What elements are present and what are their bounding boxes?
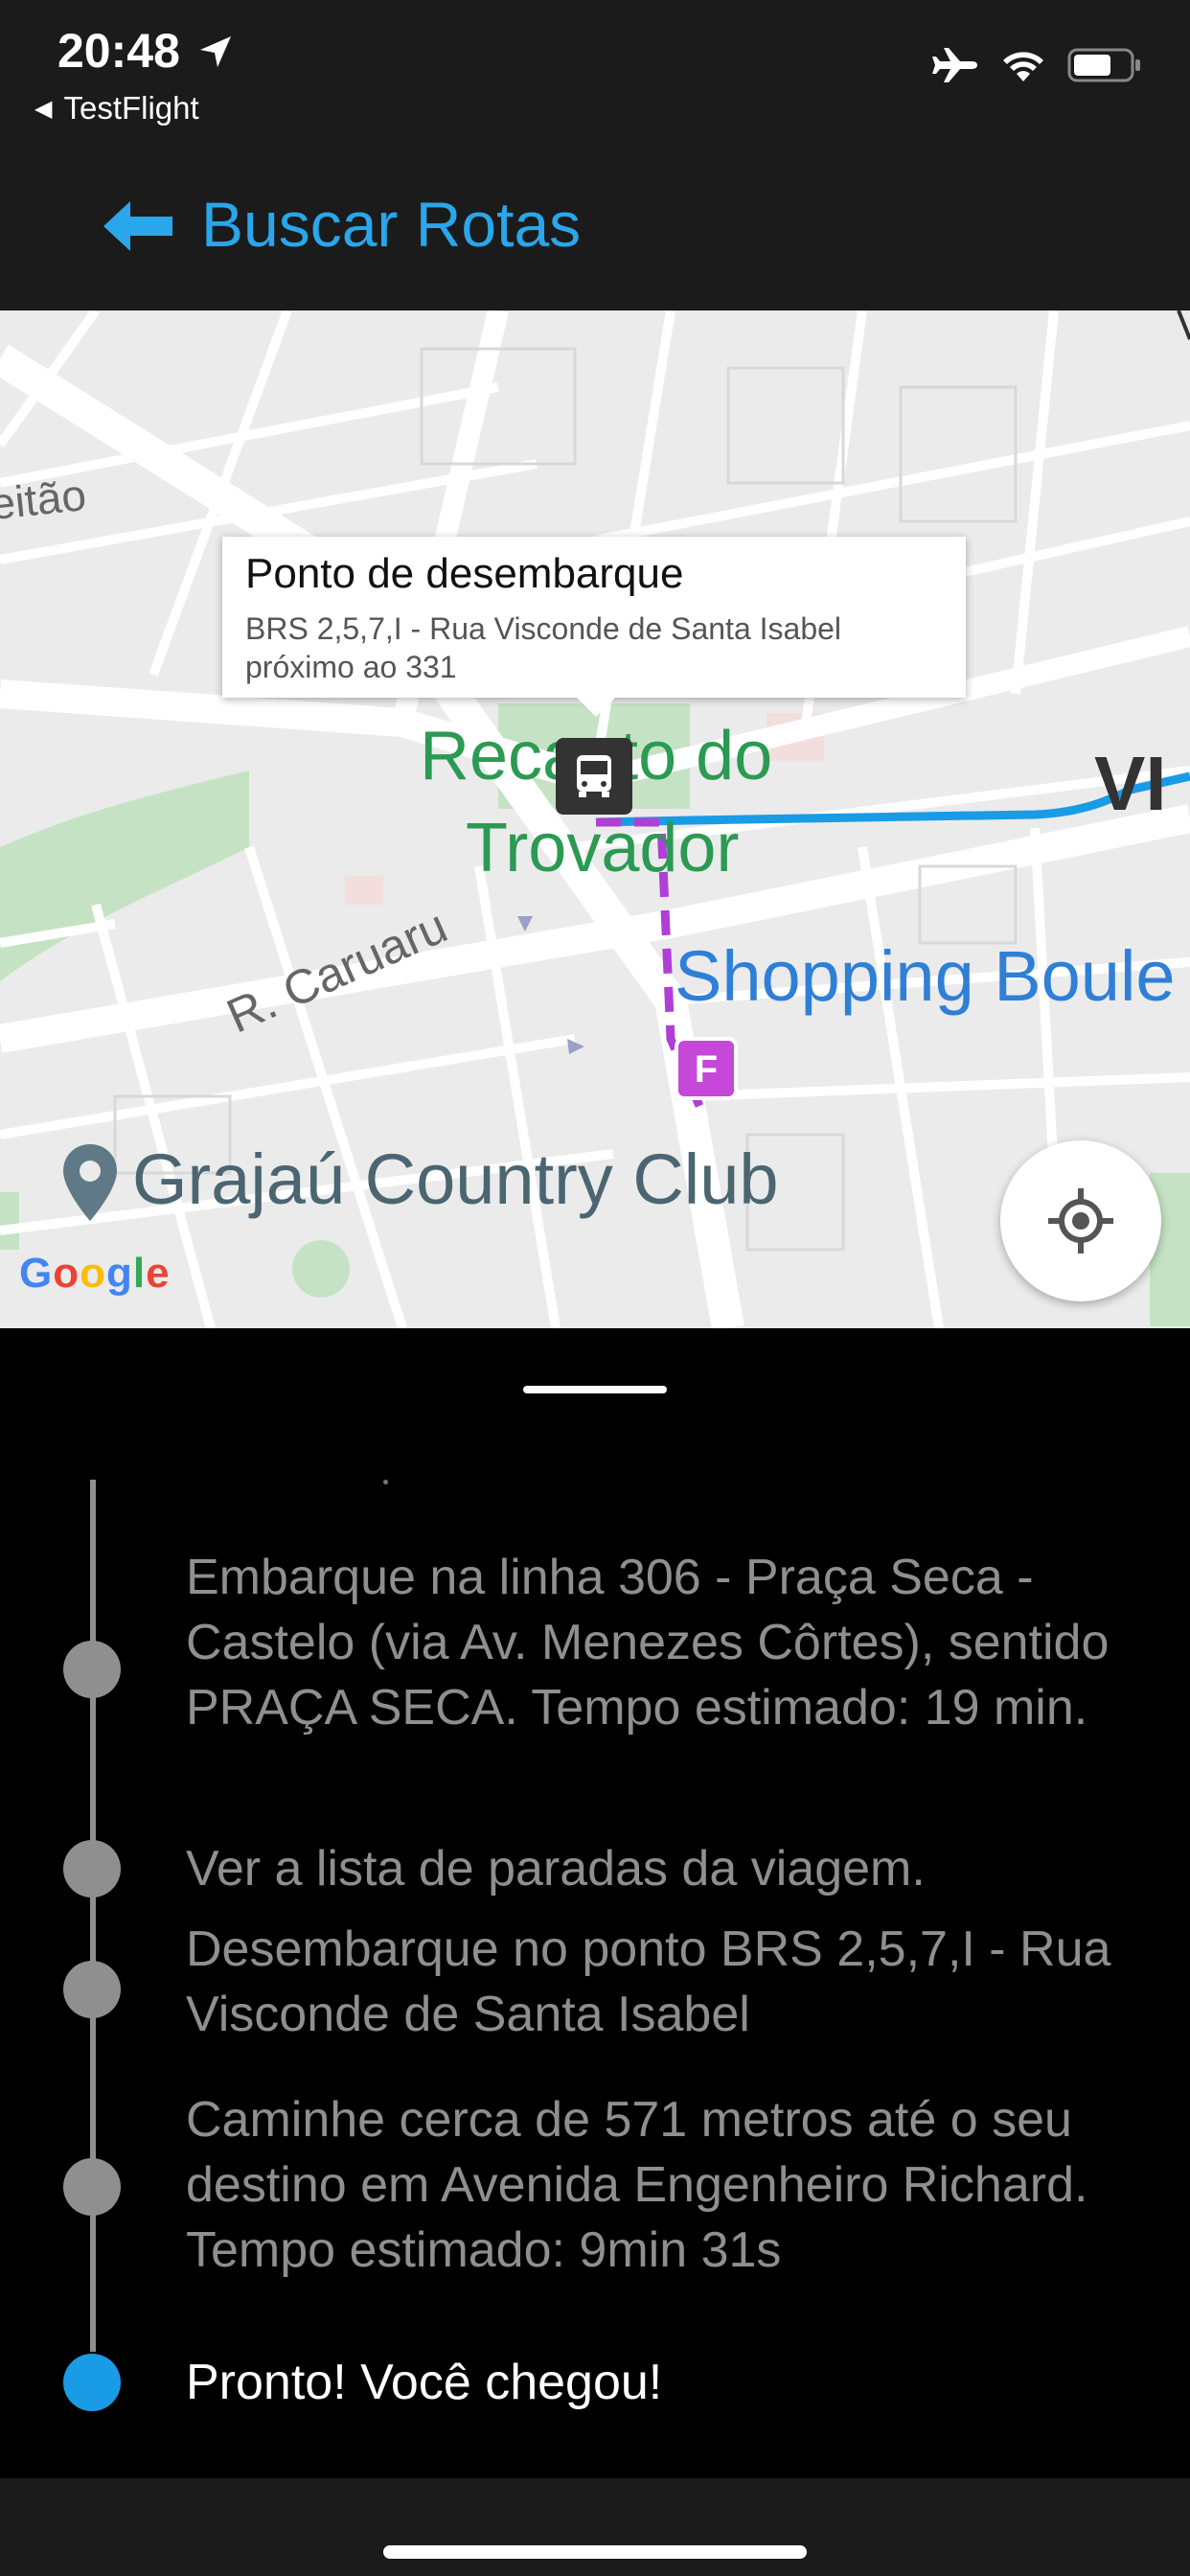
place-pin-icon [63, 1144, 117, 1221]
location-arrow-icon [200, 36, 231, 67]
status-time: 20:48 [57, 24, 180, 78]
route-steps-sheet[interactable]: Embarque na linha 306 - Praça Seca - Cas… [0, 1328, 1190, 2478]
google-logo: Google [19, 1250, 171, 1297]
status-bar: 20:48 ◀ TestFlight [0, 0, 1190, 144]
callout-subtitle: BRS 2,5,7,I - Rua Visconde de Santa Isab… [245, 611, 842, 684]
battery-icon [1067, 48, 1140, 82]
finish-marker[interactable]: F [675, 1037, 738, 1100]
scroll-fragment [383, 1480, 388, 1484]
finish-marker-label: F [694, 1048, 719, 1091]
arrow-left-icon[interactable] [102, 197, 174, 255]
step-item-4: Caminhe cerca de 571 metros até o seu de… [186, 2092, 1088, 2278]
bus-stop-marker[interactable] [556, 738, 632, 815]
home-indicator-area [0, 2478, 1190, 2576]
step-item-final: Pronto! Você chegou! [186, 2355, 663, 2410]
step-dot-final [63, 2354, 121, 2411]
map-label-edge: VI [1094, 741, 1167, 826]
back-triangle-icon: ◀ [34, 96, 53, 122]
step-dot-2 [63, 1840, 121, 1898]
map-label-shopping: Shopping Boule [675, 936, 1176, 1016]
status-icons [931, 46, 1142, 84]
map-label-trovador: Trovador [466, 810, 740, 886]
back-to-app-link[interactable]: ◀ TestFlight [34, 90, 199, 126]
step-dot-3 [63, 1961, 121, 2018]
crosshair-icon [1048, 1188, 1113, 1254]
page-title: Buscar Rotas [201, 189, 582, 260]
route-map[interactable]: eitão Recanto do Trovador Shopping Boule… [0, 310, 1190, 1328]
wifi-icon [1003, 52, 1043, 81]
step-item-1: Embarque na linha 306 - Praça Seca - Cas… [186, 1550, 1110, 1736]
map-callout[interactable]: Ponto de desembarque BRS 2,5,7,I - Rua V… [222, 537, 966, 717]
back-app-label: TestFlight [63, 90, 199, 126]
step-item-3: Desembarque no ponto BRS 2,5,7,I - Rua V… [186, 1921, 1111, 2042]
step-dot-4 [63, 2158, 121, 2216]
my-location-button[interactable] [1000, 1140, 1161, 1301]
timeline-line [90, 1480, 96, 2352]
step-item-2[interactable]: Ver a lista de paradas da viagem. [186, 1836, 1154, 1901]
step-dot-1 [63, 1641, 121, 1698]
home-indicator[interactable] [383, 2545, 807, 2559]
sheet-drag-handle[interactable] [523, 1386, 667, 1393]
map-label-partial: eitão [0, 469, 89, 530]
bus-icon [577, 755, 611, 797]
airplane-icon [932, 48, 977, 82]
callout-title: Ponto de desembarque [245, 550, 684, 597]
map-label-club: Grajaú Country Club [132, 1139, 779, 1219]
nav-bar: Buscar Rotas [0, 144, 1190, 310]
